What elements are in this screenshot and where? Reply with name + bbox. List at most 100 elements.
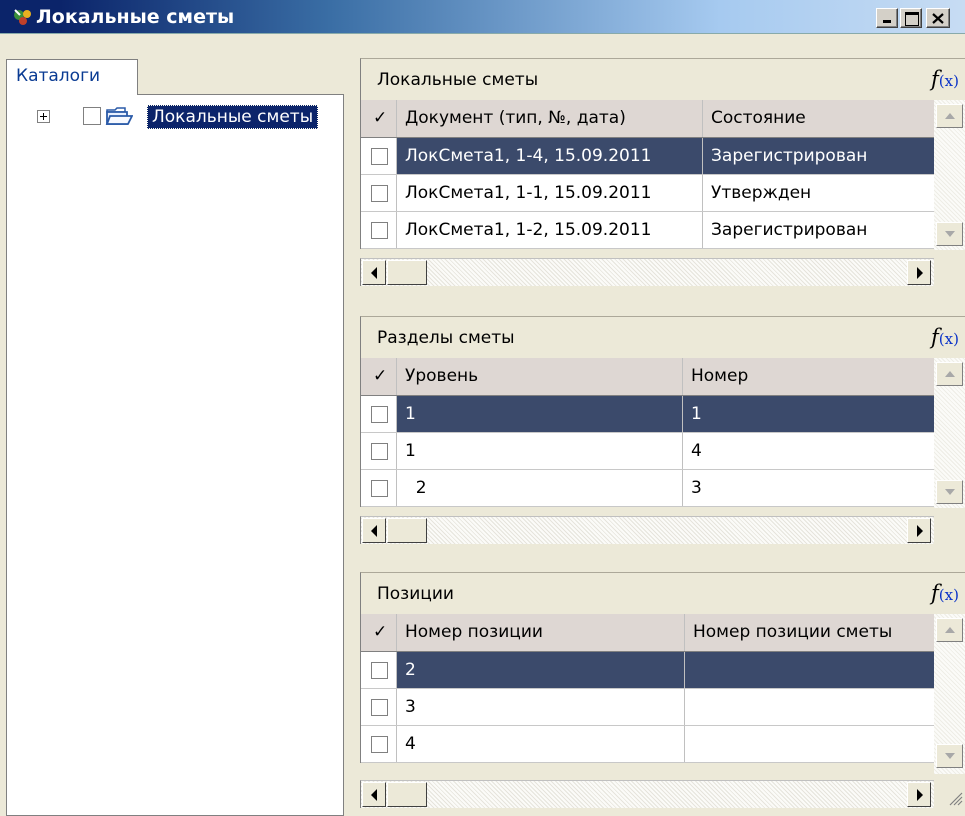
row-checkbox[interactable] — [371, 480, 388, 497]
documents-grid[interactable]: ✓ Документ (тип, №, дата) Состояние ЛокС… — [360, 100, 935, 249]
fx-icon[interactable]: f(x) — [931, 67, 959, 91]
cell-document[interactable]: ЛокСмета1, 1-2, 15.09.2011 — [397, 212, 703, 248]
column-header-document[interactable]: Документ (тип, №, дата) — [397, 100, 703, 137]
cell-estimate-position-number[interactable] — [685, 689, 935, 725]
table-row[interactable]: 1 1 — [361, 396, 935, 433]
table-row[interactable]: 4 — [361, 726, 935, 763]
cell-level[interactable]: 1 — [397, 396, 683, 432]
cell-state[interactable]: Зарегистрирован — [703, 138, 935, 174]
expand-icon[interactable] — [37, 110, 50, 123]
scroll-right-button[interactable] — [907, 782, 931, 807]
table-row[interactable]: ЛокСмета1, 1-2, 15.09.2011 Зарегистриров… — [361, 212, 935, 249]
table-row[interactable]: 1 4 — [361, 433, 935, 470]
table-row[interactable]: ЛокСмета1, 1-4, 15.09.2011 Зарегистриров… — [361, 138, 935, 175]
maximize-button[interactable] — [900, 8, 922, 28]
select-all-column[interactable]: ✓ — [361, 358, 397, 395]
vertical-scrollbar[interactable] — [934, 100, 965, 250]
cell-estimate-position-number[interactable] — [685, 652, 935, 688]
scroll-down-button[interactable] — [936, 222, 963, 246]
column-header-number[interactable]: Номер — [683, 358, 935, 395]
scroll-corner — [934, 516, 965, 544]
minimize-button[interactable] — [876, 8, 898, 28]
table-row[interactable]: 3 — [361, 689, 935, 726]
row-checkbox[interactable] — [371, 736, 388, 753]
cell-number[interactable]: 4 — [683, 433, 935, 469]
grid-header-row: ✓ Документ (тип, №, дата) Состояние — [361, 100, 935, 138]
select-all-column[interactable]: ✓ — [361, 100, 397, 137]
cell-position-number[interactable]: 2 — [397, 652, 685, 688]
row-checkbox[interactable] — [371, 148, 388, 165]
cell-number[interactable]: 1 — [683, 396, 935, 432]
pane-splitter[interactable] — [347, 34, 360, 816]
grid-header-row: ✓ Номер позиции Номер позиции сметы — [361, 614, 935, 652]
row-checkbox-cell — [361, 652, 397, 688]
arrow-up-icon — [945, 371, 955, 377]
row-checkbox-cell — [361, 470, 397, 506]
cell-state[interactable]: Утвержден — [703, 175, 935, 211]
title-bar[interactable]: Локальные сметы — [0, 0, 965, 34]
table-row[interactable]: 2 3 — [361, 470, 935, 507]
positions-grid[interactable]: ✓ Номер позиции Номер позиции сметы 2 3 … — [360, 614, 935, 763]
arrow-down-icon — [945, 489, 955, 495]
column-header-position-number[interactable]: Номер позиции — [397, 614, 685, 651]
cell-document[interactable]: ЛокСмета1, 1-1, 15.09.2011 — [397, 175, 703, 211]
row-checkbox[interactable] — [371, 443, 388, 460]
panel-header: Позиции f(x) — [360, 572, 965, 614]
cell-level[interactable]: 2 — [397, 470, 683, 506]
close-button[interactable] — [926, 8, 950, 28]
folder-icon — [105, 107, 133, 125]
row-checkbox[interactable] — [371, 406, 388, 423]
checkmark-icon: ✓ — [373, 366, 388, 386]
cell-level[interactable]: 1 — [397, 433, 683, 469]
fx-icon[interactable]: f(x) — [931, 325, 959, 349]
row-checkbox-cell — [361, 175, 397, 211]
column-header-estimate-position-number[interactable]: Номер позиции сметы — [685, 614, 935, 651]
panel-title: Разделы сметы — [377, 328, 515, 348]
scroll-left-button[interactable] — [362, 782, 386, 807]
row-checkbox-cell — [361, 689, 397, 725]
scroll-thumb[interactable] — [387, 518, 427, 543]
scroll-up-button[interactable] — [936, 362, 963, 386]
row-checkbox[interactable] — [371, 185, 388, 202]
horizontal-scrollbar[interactable] — [360, 780, 934, 808]
cell-position-number[interactable]: 3 — [397, 689, 685, 725]
row-checkbox[interactable] — [371, 662, 388, 679]
vertical-scrollbar[interactable] — [934, 614, 965, 774]
scroll-up-button[interactable] — [936, 618, 963, 642]
cell-number[interactable]: 3 — [683, 470, 935, 506]
table-row[interactable]: ЛокСмета1, 1-1, 15.09.2011 Утвержден — [361, 175, 935, 212]
panel-title: Локальные сметы — [377, 70, 539, 90]
cell-state[interactable]: Зарегистрирован — [703, 212, 935, 248]
checkmark-icon: ✓ — [373, 108, 388, 128]
row-checkbox[interactable] — [371, 222, 388, 239]
column-header-level[interactable]: Уровень — [397, 358, 683, 395]
select-all-column[interactable]: ✓ — [361, 614, 397, 651]
vertical-scrollbar[interactable] — [934, 358, 965, 508]
scroll-thumb[interactable] — [387, 782, 427, 807]
scroll-thumb[interactable] — [387, 260, 427, 285]
scroll-right-button[interactable] — [907, 518, 931, 543]
scroll-right-button[interactable] — [907, 260, 931, 285]
cell-document[interactable]: ЛокСмета1, 1-4, 15.09.2011 — [397, 138, 703, 174]
resize-grip-icon[interactable] — [947, 790, 963, 806]
column-header-state[interactable]: Состояние — [703, 100, 935, 137]
horizontal-scrollbar[interactable] — [360, 258, 934, 286]
sections-grid[interactable]: ✓ Уровень Номер 1 1 1 4 2 3 — [360, 358, 935, 507]
cell-estimate-position-number[interactable] — [685, 726, 935, 762]
catalog-pane: Каталоги Локальные сметы — [0, 53, 347, 816]
scroll-left-button[interactable] — [362, 260, 386, 285]
row-checkbox[interactable] — [371, 699, 388, 716]
fx-icon[interactable]: f(x) — [931, 581, 959, 605]
horizontal-scrollbar[interactable] — [360, 516, 934, 544]
tree-item-checkbox[interactable] — [83, 107, 101, 125]
cell-position-number[interactable]: 4 — [397, 726, 685, 762]
arrow-down-icon — [945, 753, 955, 759]
scroll-up-button[interactable] — [936, 104, 963, 128]
catalog-tree[interactable]: Локальные сметы — [6, 94, 344, 816]
scroll-left-button[interactable] — [362, 518, 386, 543]
scroll-down-button[interactable] — [936, 744, 963, 768]
scroll-down-button[interactable] — [936, 480, 963, 504]
grid-header-row: ✓ Уровень Номер — [361, 358, 935, 396]
table-row[interactable]: 2 — [361, 652, 935, 689]
tab-katalogi[interactable]: Каталоги — [6, 59, 138, 95]
